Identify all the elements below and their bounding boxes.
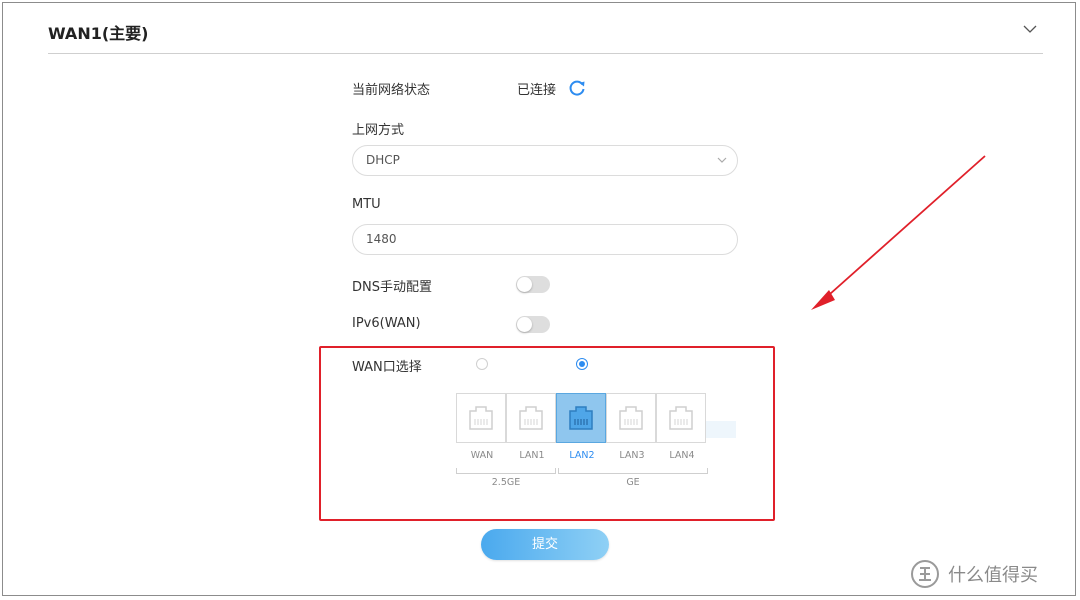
refresh-icon[interactable] xyxy=(567,79,587,97)
port-label-lan4: LAN4 xyxy=(669,450,695,461)
ethernet-port-icon xyxy=(469,406,493,430)
watermark-logo-icon xyxy=(911,560,939,588)
ethernet-port-icon xyxy=(519,406,543,430)
network-status-value: 已连接 xyxy=(517,83,557,98)
wan-port-option-custom-radio[interactable] xyxy=(576,358,588,370)
chevron-down-icon[interactable] xyxy=(1023,24,1037,34)
port-lan2[interactable] xyxy=(556,393,606,443)
toggle-knob xyxy=(517,317,532,332)
section-title: WAN1(主要) xyxy=(48,24,149,43)
connection-mode-value: DHCP xyxy=(366,153,400,167)
chevron-down-icon xyxy=(717,157,727,163)
submit-button[interactable]: 提交 xyxy=(481,529,609,560)
wan-port-label: WAN口选择 xyxy=(352,360,422,375)
watermark-text: 什么值得买 xyxy=(948,565,1038,586)
ethernet-port-icon xyxy=(669,406,693,430)
wan-port-option-default-radio[interactable] xyxy=(476,358,488,370)
port-group-bracket-2-5ge xyxy=(456,465,556,474)
port-lan4[interactable] xyxy=(656,393,706,443)
annotation-arrow-icon xyxy=(811,155,986,310)
watermark: 什么值得买 xyxy=(910,556,1038,592)
port-lan3[interactable] xyxy=(606,393,656,443)
mtu-value: 1480 xyxy=(366,232,397,246)
port-label-lan3: LAN3 xyxy=(619,450,645,461)
ethernet-port-icon xyxy=(569,406,593,430)
mtu-label: MTU xyxy=(352,197,381,212)
ethernet-port-icon xyxy=(619,406,643,430)
port-label-wan: WAN xyxy=(470,450,494,461)
dns-manual-label: DNS手动配置 xyxy=(352,280,432,295)
ipv6-wan-toggle[interactable] xyxy=(516,316,550,333)
connection-mode-label: 上网方式 xyxy=(352,123,405,138)
section-header[interactable]: WAN1(主要) xyxy=(48,16,1043,54)
toggle-knob xyxy=(517,277,532,292)
port-group-label-ge: GE xyxy=(626,477,640,488)
port-group-label-2-5ge: 2.5GE xyxy=(491,477,521,488)
mtu-input[interactable]: 1480 xyxy=(352,224,738,255)
dns-manual-toggle[interactable] xyxy=(516,276,550,293)
port-group-bracket-ge xyxy=(558,465,708,474)
port-label-lan1: LAN1 xyxy=(519,450,545,461)
ipv6-wan-label: IPv6(WAN) xyxy=(352,316,421,331)
port-selector xyxy=(456,393,706,443)
network-status-label: 当前网络状态 xyxy=(352,83,431,98)
port-lan1[interactable] xyxy=(506,393,556,443)
port-label-lan2: LAN2 xyxy=(569,450,595,461)
connection-mode-select[interactable]: DHCP xyxy=(352,145,738,176)
port-wan[interactable] xyxy=(456,393,506,443)
